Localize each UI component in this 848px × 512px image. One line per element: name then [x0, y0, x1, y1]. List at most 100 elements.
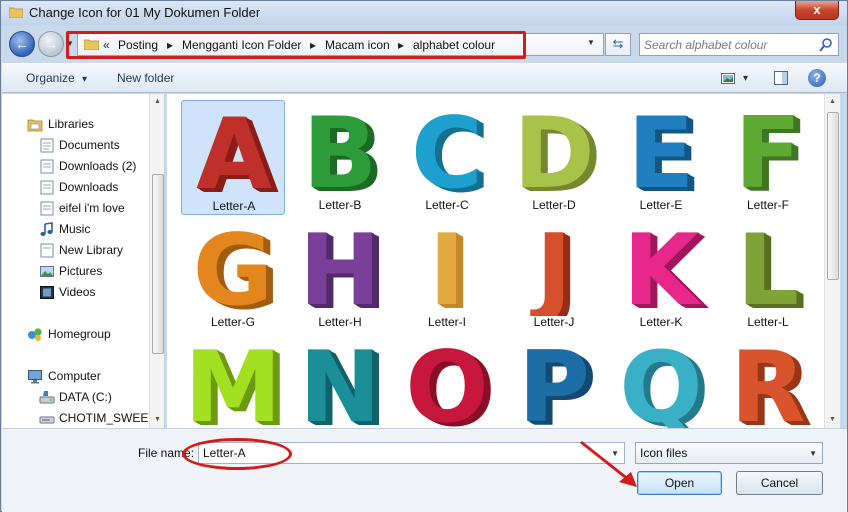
file-list: A A A A A A A A Letter-A B B B B B B B B Letter-B C C C C C C C C… [167, 94, 840, 428]
file-item[interactable]: C C C C C C C C Letter-C [395, 100, 499, 215]
scroll-down-arrow-icon[interactable]: ▼ [829, 416, 836, 423]
search-input[interactable] [644, 37, 814, 53]
folder-icon [9, 7, 23, 18]
file-list-scrollbar[interactable]: ▲ ▼ [824, 94, 840, 428]
letter-b-icon: BBBBBBBB [303, 103, 385, 199]
file-list-scroll-thumb[interactable] [827, 112, 839, 280]
search-box[interactable] [639, 33, 839, 56]
command-toolbar: Organize ▾ New folder ▾ ? [2, 63, 847, 93]
file-item[interactable]: B B B B B B B B Letter-B [288, 100, 392, 215]
sidebar-item-chotim-sweet[interactable]: CHOTIM_SWEET [2, 408, 156, 428]
open-button[interactable]: Open [637, 471, 722, 495]
drive-icon [39, 391, 55, 404]
preview-pane-icon[interactable] [773, 70, 789, 86]
svg-text:N: N [299, 337, 381, 428]
letter-m-icon: MMMMMMMM [184, 337, 282, 428]
sidebar-scrollbar[interactable]: ▲ ▼ [149, 94, 164, 428]
file-item[interactable]: RRRRRRRR [716, 334, 820, 428]
scroll-up-arrow-icon[interactable]: ▲ [829, 98, 836, 105]
sidebar-item-label: Pictures [59, 264, 103, 278]
file-item-label: Letter-C [425, 198, 469, 212]
window-title: Change Icon for 01 My Dokumen Folder [29, 5, 261, 20]
file-item[interactable]: PPPPPPPP [502, 334, 606, 428]
videos-icon [40, 286, 54, 299]
file-item-label: Letter-B [318, 198, 362, 212]
close-button[interactable]: x [795, 1, 839, 20]
file-item[interactable]: J J J J J J J J Letter-J [502, 217, 606, 332]
file-item[interactable]: I I I I I I I I Letter-I [395, 217, 499, 332]
cancel-button[interactable]: Cancel [736, 471, 823, 495]
letter-d-icon: DDDDDDDD [513, 103, 601, 199]
svg-text:D: D [513, 103, 594, 199]
sidebar-item-eifel[interactable]: eifel i'm love [2, 198, 150, 219]
sidebar-item-documents[interactable]: Documents [2, 135, 150, 156]
sidebar-item-label: Computer [48, 369, 101, 383]
file-item-label: Letter-L [747, 315, 789, 329]
scroll-down-arrow-icon[interactable]: ▼ [154, 416, 161, 423]
file-item[interactable]: H H H H H H H H Letter-H [288, 217, 392, 332]
letter-i-icon: IIIIIIII [429, 220, 472, 316]
organize-menu[interactable]: Organize ▾ [26, 71, 87, 85]
file-item[interactable]: NNNNNNNN [288, 334, 392, 428]
sidebar-item-videos[interactable]: Videos [2, 282, 150, 303]
libraries-icon [27, 119, 43, 132]
svg-text:H: H [299, 220, 381, 316]
forward-button[interactable]: → [38, 31, 64, 57]
sidebar-item-pictures[interactable]: Pictures [2, 261, 150, 282]
annotation-highlight-box [66, 31, 526, 59]
letter-e-icon: EEEEEEEE [628, 103, 702, 199]
file-item[interactable]: A A A A A A A A Letter-A [181, 100, 285, 215]
file-item-label: Letter-H [318, 315, 362, 329]
file-item[interactable]: MMMMMMMM [181, 334, 285, 428]
scroll-up-arrow-icon[interactable]: ▲ [154, 98, 161, 105]
sidebar-item-downloads-2[interactable]: Downloads (2) [2, 156, 150, 177]
sidebar-item-new-library[interactable]: New Library [2, 240, 150, 261]
file-item[interactable]: L L L L L L L L Letter-L [716, 217, 820, 332]
organize-label: Organize [26, 71, 75, 85]
new-folder-button[interactable]: New folder [117, 71, 174, 85]
address-history-dropdown[interactable]: ▼ [587, 38, 595, 47]
annotation-highlight-ellipse [182, 438, 292, 470]
view-options-dropdown[interactable]: ▾ [743, 73, 748, 84]
sidebar-item-label: New Library [59, 243, 124, 257]
sidebar-item-homegroup[interactable]: Homegroup [2, 324, 150, 345]
help-button[interactable]: ? [808, 69, 826, 87]
letter-n-icon: NNNNNNNN [299, 337, 388, 428]
sidebar-item-downloads[interactable]: Downloads [2, 177, 150, 198]
music-icon [40, 222, 53, 236]
sidebar-item-data-drive[interactable]: DATA (C:) [2, 387, 150, 408]
change-icon-dialog: Change Icon for 01 My Dokumen Folder x ←… [0, 0, 848, 512]
sidebar-scroll-thumb[interactable] [152, 174, 164, 354]
file-item[interactable]: D D D D D D D D Letter-D [502, 100, 606, 215]
file-item[interactable]: F F F F F F F F Letter-F [716, 100, 820, 215]
sidebar-item-music[interactable]: Music [2, 219, 150, 240]
sidebar-item-label: Videos [59, 285, 96, 299]
file-item[interactable]: K K K K K K K K Letter-K [609, 217, 713, 332]
file-item[interactable]: QQQQQQQQ [609, 334, 713, 428]
chevron-down-icon: ▼ [809, 449, 817, 458]
file-item[interactable]: E E E E E E E E Letter-E [609, 100, 713, 215]
svg-text:Q: Q [619, 337, 702, 428]
svg-text:J: J [530, 220, 572, 316]
change-view-icon[interactable] [720, 70, 736, 86]
sidebar-item-label: Music [59, 222, 91, 236]
sidebar-item-label: Downloads (2) [59, 159, 137, 173]
documents-icon [40, 180, 54, 195]
refresh-button[interactable]: ⇆ [605, 33, 631, 56]
file-type-select[interactable]: Icon files ▼ [635, 442, 823, 464]
file-item-label: Letter-G [210, 315, 255, 329]
file-item[interactable]: OOOOOOOO [395, 334, 499, 428]
svg-text:C: C [411, 103, 483, 199]
sidebar-item-libraries[interactable]: Libraries [2, 114, 150, 135]
letter-r-icon: RRRRRRRR [730, 337, 812, 428]
sidebar-item-label: Downloads [59, 180, 119, 194]
svg-text:F: F [735, 103, 802, 199]
file-item[interactable]: G G G G G G G G Letter-G [181, 217, 285, 332]
sidebar-item-label: DATA (C:) [59, 390, 112, 404]
svg-text:K: K [623, 220, 702, 316]
file-item-label: Letter-D [532, 198, 576, 212]
documents-icon [40, 159, 54, 174]
back-button[interactable]: ← [9, 31, 35, 57]
sidebar-item-computer[interactable]: Computer [2, 366, 150, 387]
title-bar: Change Icon for 01 My Dokumen Folder x [1, 1, 847, 25]
